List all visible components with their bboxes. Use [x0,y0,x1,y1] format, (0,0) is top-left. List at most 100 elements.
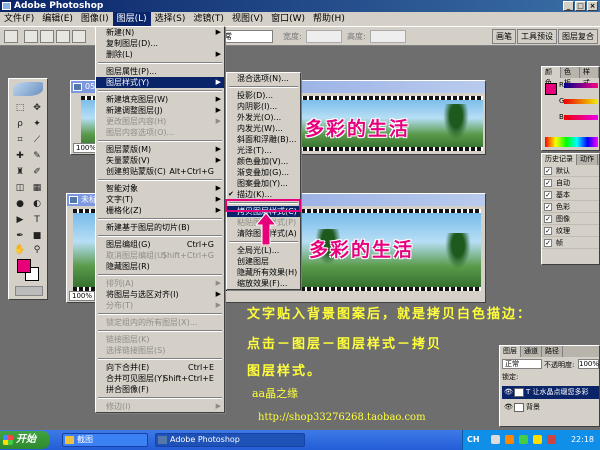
blur-tool-icon[interactable]: ● [13,197,27,211]
layer-style-item-1-2[interactable]: 外发光(O)... [227,112,300,123]
green-slider[interactable] [564,99,598,104]
layer-style-item-3-0[interactable]: 全局光(L)... [227,245,300,256]
menu-8[interactable]: 帮助(H) [309,12,349,26]
tab-layers[interactable]: 图层 [500,346,521,357]
history-row[interactable]: ✓ 自动 [542,177,599,189]
quick-mask-mode-button[interactable] [15,286,43,296]
layer-menu-item-6-2[interactable]: 隐藏图层(R) [96,261,224,272]
layer-menu-item-6-0[interactable]: 图层编组(G) Ctrl+G [96,239,224,250]
layer-row-text[interactable]: 👁 T 让水晶点缀您多彩 [502,386,599,399]
eraser-tool-icon[interactable]: ◫ [13,181,27,195]
history-row[interactable]: ✓ 色彩 [542,201,599,213]
layer-menu-item-3-0[interactable]: 图层蒙版(M) ▶ [96,144,224,155]
history-row[interactable]: ✓ 默认 [542,165,599,177]
layer-style-item-3-3[interactable]: 缩放效果(F)... [227,278,300,289]
layer-style-item-1-0[interactable]: 投影(D)... [227,90,300,101]
move-tool-icon[interactable]: ✥ [30,101,44,115]
checkbox-icon[interactable]: ✓ [544,227,552,235]
clone-stamp-tool-icon[interactable]: ♜ [13,165,27,179]
tab-paths[interactable]: 路径 [542,346,563,357]
menu-1[interactable]: 编辑(E) [38,12,77,26]
layer-style-item-1-5[interactable]: 光泽(T)... [227,145,300,156]
intersect-selection-button[interactable] [72,30,86,43]
blend-mode-select[interactable]: 正常 [502,359,542,369]
layer-style-item-1-3[interactable]: 内发光(W)... [227,123,300,134]
menu-6[interactable]: 视图(V) [228,12,267,26]
tool-preset-button[interactable] [4,30,18,43]
tab-history[interactable]: 历史记录 [542,154,577,165]
layer-menu-item-2-0[interactable]: 新建填充图层(W) ▶ [96,94,224,105]
red-slider[interactable] [564,83,598,88]
history-row[interactable]: ✓ 图像 [542,213,599,225]
help-icon[interactable] [491,435,500,444]
tab-styles[interactable]: 样式 [580,67,599,87]
crop-tool-icon[interactable]: ⌗ [13,133,27,147]
menu-5[interactable]: 滤镜(T) [189,12,228,26]
menu-3[interactable]: 图层(L) [112,12,151,26]
dock-tab-tool-presets[interactable]: 工具预设 [517,29,557,44]
taskbar-item-photoshop[interactable]: Adobe Photoshop [155,433,305,447]
opacity-field[interactable]: 100% [578,359,599,369]
marquee-tool-icon[interactable]: ⬚ [13,101,27,115]
healing-brush-tool-icon[interactable]: ✚ [13,149,27,163]
layer-style-item-1-6[interactable]: 颜色叠加(V)... [227,156,300,167]
menu-7[interactable]: 窗口(W) [267,12,309,26]
tab-actions[interactable]: 动作 [577,154,598,165]
tab-swatches[interactable]: 色板 [561,67,580,87]
history-brush-tool-icon[interactable]: ✐ [30,165,44,179]
eye-icon[interactable]: 👁 [504,404,513,411]
language-indicator[interactable]: CH [467,435,480,444]
history-row[interactable]: ✓ 基本 [542,189,599,201]
layer-menu-item-1-1[interactable]: 图层样式(Y) ▶ [96,77,224,88]
eye-icon[interactable]: 👁 [504,389,513,396]
layer-menu-item-10-2[interactable]: 拼合图像(F) [96,384,224,395]
layer-menu-item-4-1[interactable]: 文字(T) ▶ [96,194,224,205]
layer-menu-item-5-0[interactable]: 新建基于图层的切片(B) [96,222,224,233]
color-swatch[interactable] [545,83,557,95]
gradient-tool-icon[interactable]: ▦ [30,181,44,195]
layer-menu-item-0-1[interactable]: 复制图层(D)... [96,38,224,49]
shape-tool-icon[interactable]: ■ [30,229,44,243]
menu-4[interactable]: 选择(S) [151,12,190,26]
layer-menu-item-0-0[interactable]: 新建(N) ▶ [96,27,224,38]
checkbox-icon[interactable]: ✓ [544,179,552,187]
lasso-tool-icon[interactable]: ρ [13,117,27,131]
menu-2[interactable]: 图像(I) [77,12,113,26]
brush-tool-icon[interactable]: ✎ [30,149,44,163]
layer-style-item-1-9[interactable]: ✔ 描边(K)... [227,189,300,200]
network-icon[interactable] [519,435,528,444]
history-row[interactable]: ✓ 纹理 [542,225,599,237]
layer-menu-item-4-2[interactable]: 栅格化(Z) ▶ [96,205,224,216]
tab-color[interactable]: 颜色 [542,67,561,87]
history-row[interactable]: ✓ 帧 [542,237,599,249]
subtract-selection-button[interactable] [56,30,70,43]
new-selection-button[interactable] [24,30,38,43]
slice-tool-icon[interactable]: ⟋ [30,133,44,147]
layer-menu-item-1-0[interactable]: 图层属性(P)... [96,66,224,77]
layer-menu-item-4-0[interactable]: 智能对象 ▶ [96,183,224,194]
height-field[interactable] [370,30,406,43]
checkbox-icon[interactable]: ✓ [544,167,552,175]
path-selection-tool-icon[interactable]: ▶ [13,213,27,227]
checkbox-icon[interactable]: ✓ [544,203,552,211]
volume-icon[interactable] [533,435,542,444]
layer-menu-item-7-1[interactable]: 将图层与选区对齐(I) ▶ [96,289,224,300]
dock-tab-layer-comps[interactable]: 图层复合 [558,29,598,44]
layer-style-item-1-1[interactable]: 内阴影(I)... [227,101,300,112]
add-selection-button[interactable] [40,30,54,43]
pen-tool-icon[interactable]: ✒ [13,229,27,243]
layer-menu-item-10-0[interactable]: 向下合并(E) Ctrl+E [96,362,224,373]
color-ramp[interactable] [545,137,598,147]
layer-menu-item-0-2[interactable]: 删除(L) ▶ [96,49,224,60]
width-field[interactable] [306,30,342,43]
close-button[interactable]: × [587,1,598,11]
layer-style-item-1-4[interactable]: 斜面和浮雕(B)... [227,134,300,145]
hand-tool-icon[interactable]: ✋ [13,243,27,257]
checkbox-icon[interactable]: ✓ [544,239,552,247]
layer-style-item-1-8[interactable]: 图案叠加(Y)... [227,178,300,189]
foreground-color-swatch[interactable] [17,259,31,273]
magic-wand-tool-icon[interactable]: ✦ [30,117,44,131]
document-2-zoom[interactable]: 100% [69,291,96,301]
layer-style-item-3-2[interactable]: 隐藏所有效果(H) [227,267,300,278]
layer-menu-item-3-1[interactable]: 矢量蒙版(V) ▶ [96,155,224,166]
